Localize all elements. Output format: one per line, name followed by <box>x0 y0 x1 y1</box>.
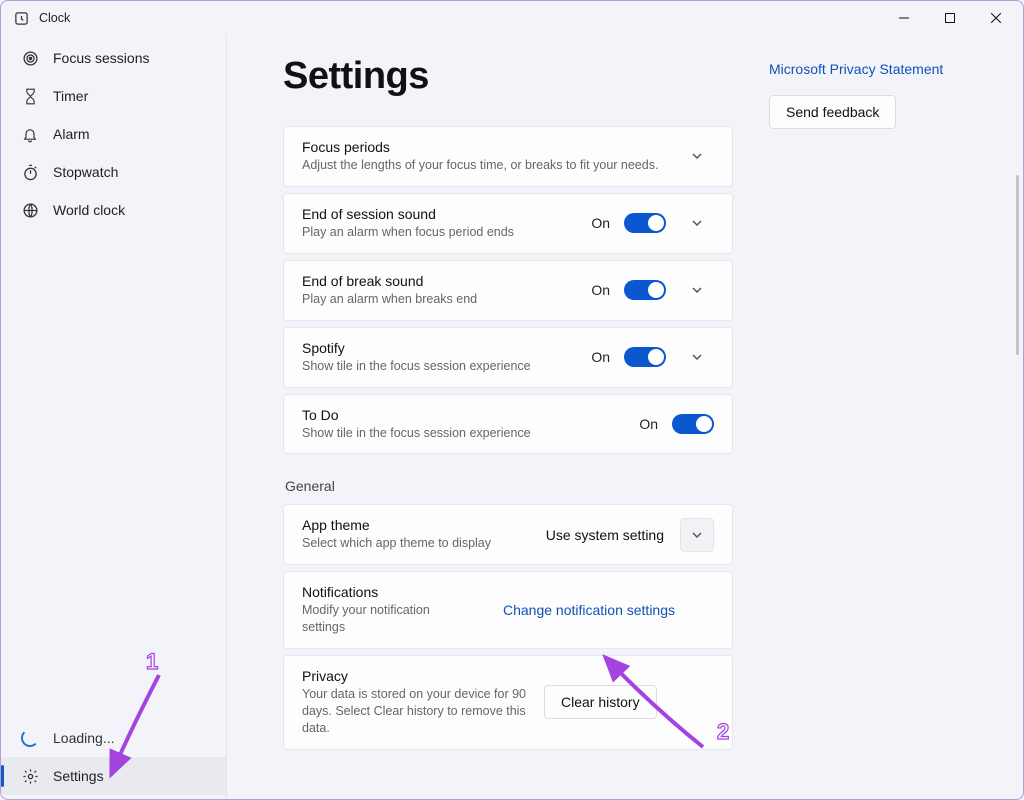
toggle-switch[interactable] <box>624 347 666 367</box>
setting-focus-periods[interactable]: Focus periods Adjust the lengths of your… <box>283 126 733 187</box>
spinner-icon <box>21 729 39 747</box>
expand-button[interactable] <box>680 206 714 240</box>
stopwatch-icon <box>21 163 39 181</box>
setting-title: Notifications <box>302 584 452 600</box>
toggle-state-label: On <box>591 215 610 231</box>
setting-app-theme: App theme Select which app theme to disp… <box>283 504 733 565</box>
sidebar-item-world-clock[interactable]: World clock <box>1 191 226 229</box>
app-title: Clock <box>39 11 70 25</box>
active-indicator <box>1 765 4 787</box>
change-notification-settings-link[interactable]: Change notification settings <box>503 602 675 618</box>
setting-end-session-sound[interactable]: End of session sound Play an alarm when … <box>283 193 733 254</box>
sidebar-item-alarm[interactable]: Alarm <box>1 115 226 153</box>
bell-icon <box>21 125 39 143</box>
setting-todo[interactable]: To Do Show tile in the focus session exp… <box>283 394 733 455</box>
toggle-switch[interactable] <box>624 213 666 233</box>
privacy-statement-link[interactable]: Microsoft Privacy Statement <box>769 61 1003 77</box>
expand-button[interactable] <box>680 273 714 307</box>
sidebar-item-label: Settings <box>53 768 104 784</box>
setting-title: Focus periods <box>302 139 668 155</box>
gear-icon <box>21 767 39 785</box>
setting-spotify[interactable]: Spotify Show tile in the focus session e… <box>283 327 733 388</box>
sidebar-item-settings[interactable]: Settings <box>1 757 226 795</box>
sidebar: Focus sessions Timer Alarm Stopwatch <box>1 35 227 799</box>
setting-title: Spotify <box>302 340 579 356</box>
sidebar-loading: Loading... <box>1 719 226 757</box>
sidebar-item-label: Timer <box>53 88 88 104</box>
theme-dropdown-button[interactable] <box>680 518 714 552</box>
sidebar-item-focus-sessions[interactable]: Focus sessions <box>1 39 226 77</box>
theme-value: Use system setting <box>546 527 664 543</box>
close-button[interactable] <box>973 2 1019 34</box>
expand-button[interactable] <box>680 139 714 173</box>
setting-title: End of session sound <box>302 206 579 222</box>
sidebar-item-label: Alarm <box>53 126 90 142</box>
titlebar: Clock <box>1 1 1023 35</box>
sidebar-item-timer[interactable]: Timer <box>1 77 226 115</box>
setting-title: To Do <box>302 407 627 423</box>
setting-desc: Play an alarm when focus period ends <box>302 224 579 241</box>
sidebar-item-stopwatch[interactable]: Stopwatch <box>1 153 226 191</box>
setting-desc: Adjust the lengths of your focus time, o… <box>302 157 668 174</box>
sidebar-item-label: Stopwatch <box>53 164 118 180</box>
target-icon <box>21 49 39 67</box>
hourglass-icon <box>21 87 39 105</box>
setting-privacy: Privacy Your data is stored on your devi… <box>283 655 733 750</box>
toggle-switch[interactable] <box>624 280 666 300</box>
app-clock-icon <box>13 10 29 26</box>
setting-desc: Show tile in the focus session experienc… <box>302 425 627 442</box>
setting-end-break-sound[interactable]: End of break sound Play an alarm when br… <box>283 260 733 321</box>
scrollbar[interactable] <box>1016 175 1019 355</box>
setting-desc: Show tile in the focus session experienc… <box>302 358 579 375</box>
globe-icon <box>21 201 39 219</box>
settings-content: Settings Focus periods Adjust the length… <box>227 35 763 799</box>
setting-desc: Your data is stored on your device for 9… <box>302 686 532 737</box>
loading-label: Loading... <box>53 730 115 746</box>
setting-title: End of break sound <box>302 273 579 289</box>
setting-desc: Select which app theme to display <box>302 535 534 552</box>
toggle-state-label: On <box>591 282 610 298</box>
window-controls <box>881 2 1019 34</box>
toggle-state-label: On <box>591 349 610 365</box>
minimize-button[interactable] <box>881 2 927 34</box>
section-general-label: General <box>285 478 733 494</box>
toggle-state-label: On <box>639 416 658 432</box>
setting-desc: Play an alarm when breaks end <box>302 291 579 308</box>
toggle-switch[interactable] <box>672 414 714 434</box>
setting-notifications: Notifications Modify your notification s… <box>283 571 733 649</box>
page-title: Settings <box>283 55 733 98</box>
clear-history-button[interactable]: Clear history <box>544 685 657 719</box>
send-feedback-button[interactable]: Send feedback <box>769 95 896 129</box>
sidebar-item-label: World clock <box>53 202 125 218</box>
maximize-button[interactable] <box>927 2 973 34</box>
setting-desc: Modify your notification settings <box>302 602 452 636</box>
aside-panel: Microsoft Privacy Statement Send feedbac… <box>763 35 1023 799</box>
sidebar-item-label: Focus sessions <box>53 50 149 66</box>
expand-button[interactable] <box>680 340 714 374</box>
setting-title: App theme <box>302 517 534 533</box>
setting-title: Privacy <box>302 668 532 684</box>
